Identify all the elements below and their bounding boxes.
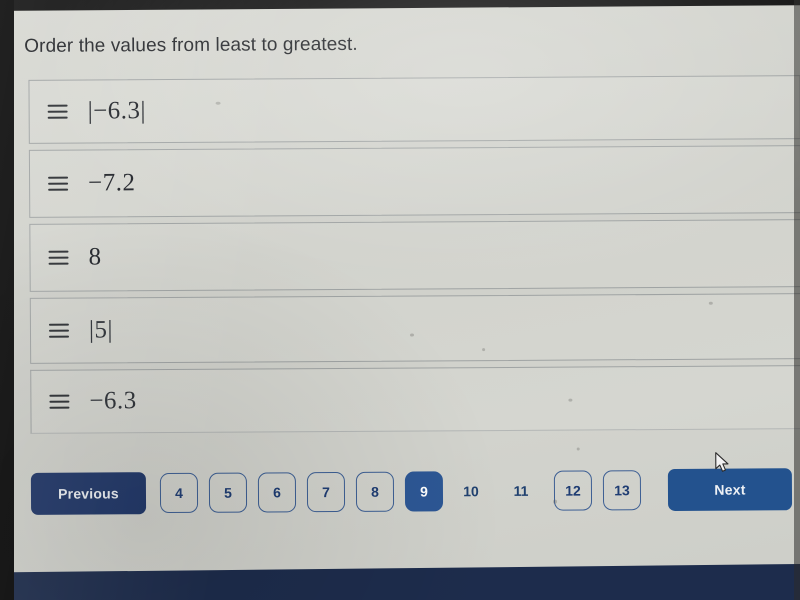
next-button[interactable]: Next	[667, 468, 793, 511]
page-button-11[interactable]: 11	[504, 471, 538, 511]
page-button-4[interactable]: 4	[159, 472, 199, 514]
list-item[interactable]: |5|	[29, 293, 800, 364]
page-button-7[interactable]: 7	[306, 471, 346, 513]
page-button-10[interactable]: 10	[454, 471, 488, 511]
list-item-value: |5|	[88, 316, 114, 344]
page-button-8[interactable]: 8	[355, 471, 395, 512]
drag-handle-icon[interactable]	[49, 394, 70, 409]
screen-surface: Order the values from least to greatest.…	[10, 1, 800, 598]
screen-bezel-left	[0, 0, 14, 600]
previous-button[interactable]: Previous	[30, 472, 147, 515]
page-button-9[interactable]: 9	[404, 471, 444, 512]
photographed-screen: Order the values from least to greatest.…	[0, 0, 800, 600]
list-item[interactable]: −7.2	[28, 145, 800, 218]
page-button-6[interactable]: 6	[257, 472, 297, 513]
page-title: Order the values from least to greatest.	[24, 33, 358, 57]
list-item-value: |−6.3|	[87, 97, 147, 125]
pagination-bar: Previous 4 5 6 7 8 9 10 11 12 13 Next	[30, 459, 800, 524]
list-item[interactable]: −6.3	[30, 365, 800, 434]
drag-handle-icon[interactable]	[48, 250, 69, 265]
list-item-value: 8	[88, 243, 102, 271]
list-item-value: −7.2	[88, 169, 136, 197]
list-item-value: −6.3	[89, 387, 137, 415]
page-button-12[interactable]: 12	[553, 470, 593, 511]
quiz-content: Order the values from least to greatest.…	[10, 1, 800, 598]
drag-handle-icon[interactable]	[48, 323, 70, 338]
screen-bezel-right	[794, 0, 800, 600]
ordering-list[interactable]: |−6.3| −7.2 8 |5| −6.3	[28, 75, 800, 440]
drag-handle-icon[interactable]	[48, 176, 69, 191]
list-item[interactable]: |−6.3|	[28, 75, 800, 144]
drag-handle-icon[interactable]	[47, 104, 68, 119]
list-item[interactable]: 8	[29, 219, 800, 292]
dust-speck	[576, 447, 580, 451]
page-button-5[interactable]: 5	[208, 472, 248, 513]
page-button-13[interactable]: 13	[602, 470, 642, 511]
